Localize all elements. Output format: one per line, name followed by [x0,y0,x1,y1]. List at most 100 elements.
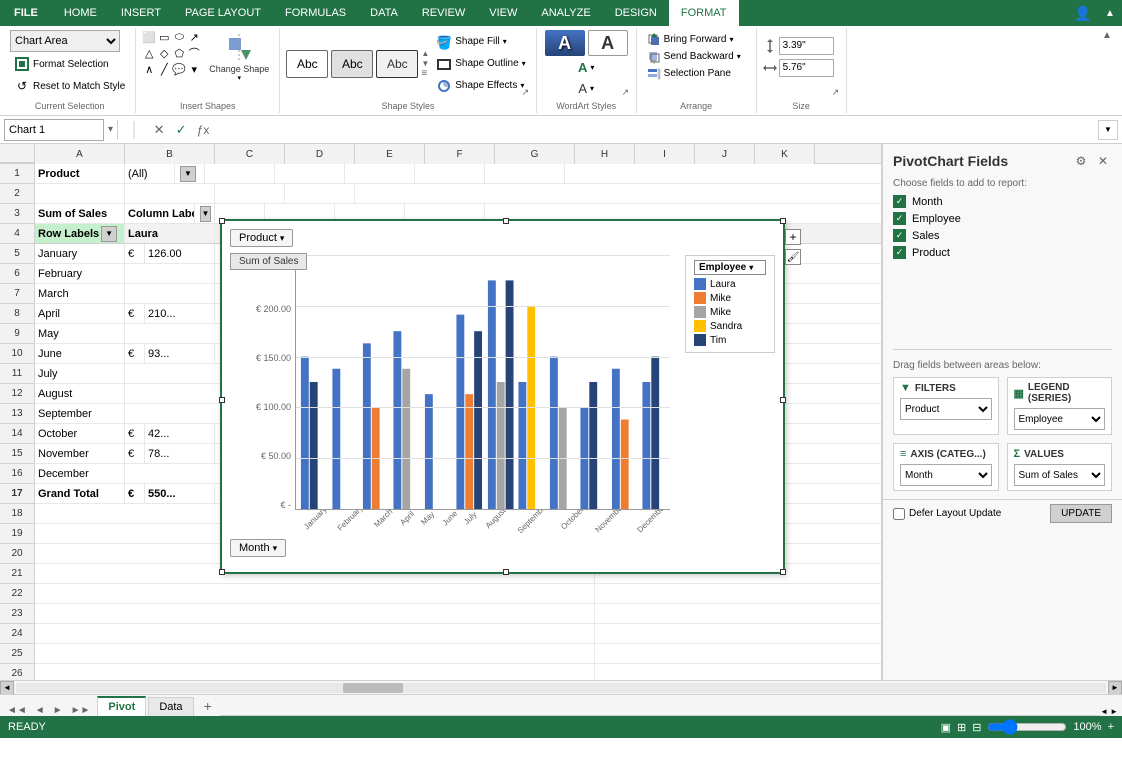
tab-analyze[interactable]: ANALYZE [529,0,602,26]
horizontal-scrollbar[interactable]: ◄ ► [0,680,1122,694]
row-header-16[interactable]: 16 [0,464,34,484]
collapse-ribbon-btn[interactable]: ▲ [1102,28,1118,113]
formula-name-box[interactable] [4,119,104,141]
shape-outline-btn[interactable]: Shape Outline ▾ [432,54,529,74]
tab-home[interactable]: HOME [52,0,109,26]
cell-a7[interactable]: March [35,284,125,303]
chart-add-btn[interactable]: + [785,229,801,245]
col-header-g[interactable]: G [495,144,575,164]
col-header-h[interactable]: H [575,144,635,164]
row-header-14[interactable]: 14 [0,424,34,444]
cell-e1[interactable] [345,164,415,183]
resize-handle-bm[interactable] [503,569,509,575]
cell-b2[interactable] [125,184,215,203]
sheet-first-btn[interactable]: ◄◄ [4,705,30,716]
pivot-checkbox-sales[interactable]: ✓ [893,229,906,242]
sheet-last-btn[interactable]: ►► [68,705,94,716]
cell-b1[interactable]: (All) [125,164,175,183]
cell-b5-euro[interactable]: € [125,244,145,263]
tab-formulas[interactable]: FORMULAS [273,0,358,26]
wordart-style-a2[interactable]: A [588,30,628,56]
shape-effects-btn[interactable]: Shape Effects ▾ [432,76,529,96]
bring-forward-btn[interactable]: Bring Forward ▾ [643,32,745,48]
row-header-24[interactable]: 24 [0,624,34,644]
send-backward-btn[interactable]: Send Backward ▾ [643,49,745,65]
row-header-25[interactable]: 25 [0,644,34,664]
cell-a15[interactable]: November [35,444,125,463]
selection-pane-btn[interactable]: Selection Pane [643,66,745,82]
row-header-4[interactable]: 4 [0,224,34,244]
shape-fill-btn[interactable]: 🪣 Shape Fill ▾ [432,32,529,52]
width-input[interactable]: 5.76" [779,59,834,77]
reset-to-match-btn[interactable]: ↺ Reset to Match Style [10,76,129,96]
shape-triangle-icon[interactable]: △ [142,46,156,60]
sheet-scroll-right[interactable]: ► [1110,707,1118,716]
function-btn[interactable]: ƒx [194,121,212,139]
shape-styles-dialog-launcher[interactable]: ↗ [522,87,534,99]
row-header-7[interactable]: 7 [0,284,34,304]
cell-b3-dropdown[interactable]: ▼ [195,204,215,223]
styles-expand[interactable]: ≡ [421,69,429,79]
shape-curve-icon[interactable]: ⌒ [187,46,201,60]
cell-b1-dropdown[interactable]: ▼ [175,164,205,183]
confirm-formula-btn[interactable]: ✓ [172,121,190,139]
cell-a4[interactable]: Row Labels ▼ [35,224,125,243]
pivot-checkbox-employee[interactable]: ✓ [893,212,906,225]
shape-arrow-icon[interactable]: ↗ [187,30,201,44]
styles-scroll-up[interactable]: ▲ [421,49,429,59]
col-header-c[interactable]: C [215,144,285,164]
cell-g1[interactable] [485,164,565,183]
scroll-track[interactable] [16,683,1106,693]
cancel-formula-btn[interactable]: ✕ [150,121,168,139]
page-break-icon[interactable]: ⊟ [972,721,981,734]
row-header-9[interactable]: 9 [0,324,34,344]
shape-freeform-icon[interactable]: ∧ [142,62,156,76]
shape-diamond-icon[interactable]: ◇ [157,46,171,60]
scroll-right-btn[interactable]: ► [1108,681,1122,695]
scroll-left-btn[interactable]: ◄ [0,681,14,695]
formula-input[interactable] [216,119,1094,141]
row-header-19[interactable]: 19 [0,524,34,544]
scroll-thumb[interactable] [343,683,403,693]
chart-container[interactable]: + 🖌 Product Sum of Sales [220,219,785,574]
row-header-1[interactable]: 1 [0,164,34,184]
tab-file[interactable]: FILE [0,0,52,26]
text-fill-btn[interactable]: A ▾ [574,58,598,77]
tab-insert[interactable]: INSERT [109,0,173,26]
pivot-checkbox-month[interactable]: ✓ [893,195,906,208]
row-header-17[interactable]: 17 [0,484,34,504]
text-outline-btn[interactable]: A ▾ [574,79,598,98]
normal-view-icon[interactable]: ▣ [941,721,951,734]
values-dropdown[interactable]: Sum of Sales [1014,464,1106,486]
defer-checkbox[interactable] [893,508,905,520]
cell-c1[interactable] [205,164,275,183]
row-header-13[interactable]: 13 [0,404,34,424]
shape-callout-icon[interactable]: 💬 [172,62,186,76]
sheet-tab-add-btn[interactable]: + [196,696,220,716]
cell-b14[interactable]: 42... [145,424,215,443]
sheet-tab-data[interactable]: Data [148,697,193,716]
resize-handle-tl[interactable] [219,218,225,224]
format-selection-btn[interactable]: Format Selection [10,54,113,74]
cell-b17[interactable]: 550... [145,484,215,503]
pivot-close-btn[interactable]: ✕ [1094,152,1112,170]
cell-b4[interactable]: Laura [125,224,215,243]
resize-handle-bl[interactable] [219,569,225,575]
row-header-2[interactable]: 2 [0,184,34,204]
cell-a1[interactable]: Product [35,164,125,183]
shape-style-2[interactable]: Abc [331,50,373,78]
shape-style-3[interactable]: Abc [376,50,418,78]
pivot-gear-btn[interactable]: ⚙ [1072,152,1090,170]
sheet-prev-btn[interactable]: ◄ [32,705,48,716]
formula-bar-expand-btn[interactable]: ▼ [1098,120,1118,140]
shape-style-1[interactable]: Abc [286,50,328,78]
row-header-21[interactable]: 21 [0,564,34,584]
row-header-26[interactable]: 26 [0,664,34,680]
tab-design[interactable]: DESIGN [603,0,669,26]
row-header-20[interactable]: 20 [0,544,34,564]
update-button[interactable]: UPDATE [1050,504,1112,523]
legend-dropdown[interactable]: Employee [1014,408,1106,430]
filters-dropdown[interactable]: Product [900,398,992,420]
cell-d1[interactable] [275,164,345,183]
col-header-i[interactable]: I [635,144,695,164]
